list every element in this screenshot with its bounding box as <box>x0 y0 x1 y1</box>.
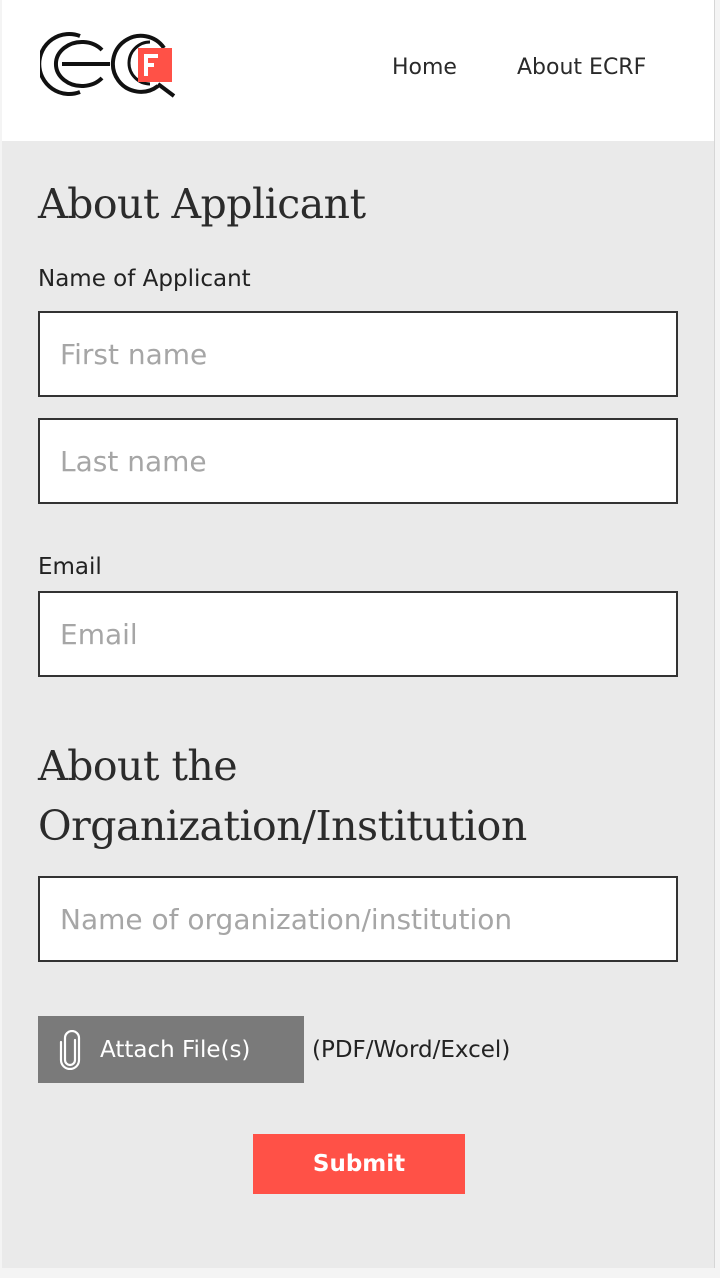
page: Home About ECRF About Applicant Name of … <box>2 0 715 1268</box>
nav-home-link[interactable]: Home <box>392 52 457 84</box>
nav-about-link[interactable]: About ECRF <box>517 52 646 84</box>
first-name-input[interactable] <box>38 311 678 397</box>
name-label: Name of Applicant <box>38 266 251 292</box>
ecrf-logo[interactable] <box>37 28 180 100</box>
attach-files-button[interactable]: Attach File(s) <box>38 1016 304 1083</box>
organization-name-input[interactable] <box>38 876 678 962</box>
file-type-hint: (PDF/Word/Excel) <box>312 1037 511 1063</box>
last-name-input[interactable] <box>38 418 678 504</box>
site-header: Home About ECRF <box>2 0 714 141</box>
section-title-organization: About the Organization/Institution <box>38 742 527 850</box>
paperclip-icon <box>56 1029 86 1070</box>
attach-files-label: Attach File(s) <box>100 1036 251 1063</box>
ecrf-logo-icon <box>37 32 176 98</box>
email-input[interactable] <box>38 591 678 677</box>
email-label: Email <box>38 554 102 580</box>
submit-button[interactable]: Submit <box>253 1134 465 1194</box>
section-title-applicant: About Applicant <box>38 180 366 228</box>
